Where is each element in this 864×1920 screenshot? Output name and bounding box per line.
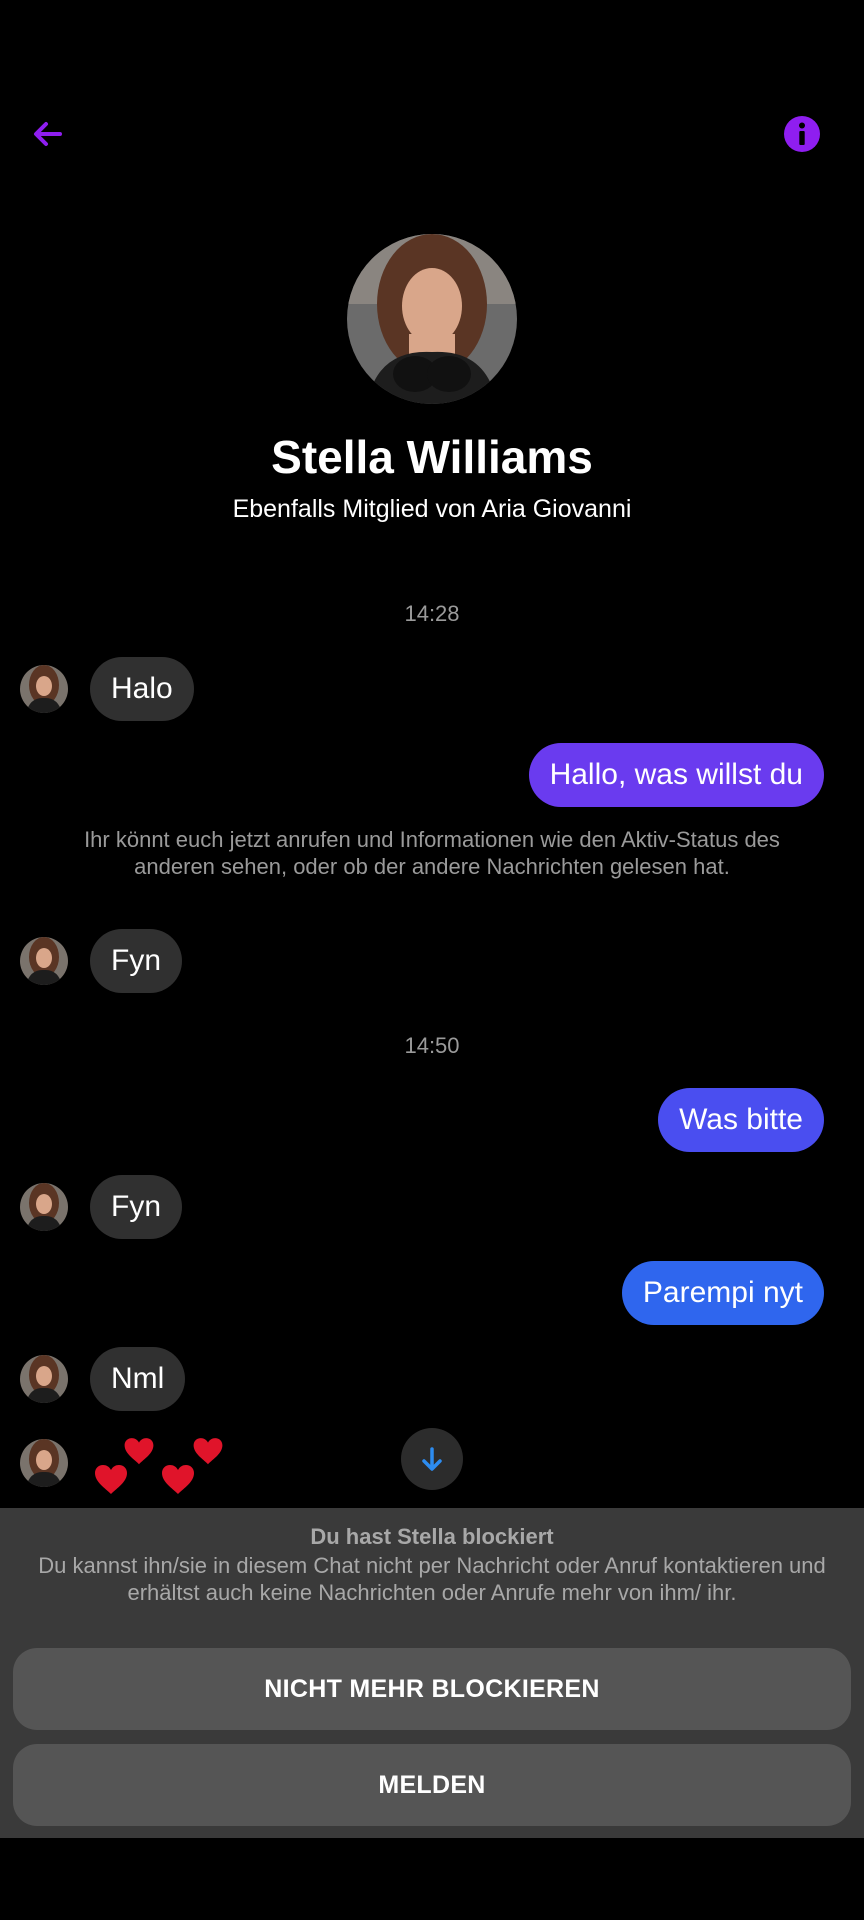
info-button[interactable]: [780, 112, 824, 156]
message-bubble[interactable]: Fyn: [90, 929, 183, 993]
blocked-panel: Du hast Stella blockiert Du kannst ihn/s…: [0, 1508, 864, 1838]
message-row-incoming: Fyn: [20, 929, 183, 993]
message-row-incoming: Fyn: [20, 1175, 183, 1239]
profile-avatar[interactable]: [347, 234, 517, 404]
emoji-message[interactable]: ❤️❤️❤️❤️: [90, 1428, 230, 1498]
avatar[interactable]: [20, 1355, 68, 1403]
profile-name: Stella Williams: [271, 431, 593, 483]
message-bubble[interactable]: Halo: [90, 657, 194, 721]
unblock-button[interactable]: NICHT MEHR BLOCKIEREN: [13, 1648, 851, 1730]
message-row-incoming: Nml: [20, 1347, 186, 1411]
timestamp: 14:28: [404, 601, 460, 626]
system-message: Ihr könnt euch jetzt anrufen und Informa…: [84, 827, 780, 879]
report-button[interactable]: MELDEN: [13, 1744, 851, 1826]
avatar[interactable]: [20, 1439, 68, 1487]
top-bar: [0, 0, 864, 190]
system-navigation-bar: [0, 1838, 864, 1920]
arrow-left-icon: [34, 122, 62, 146]
message-bubble-outgoing[interactable]: Parempi nyt: [621, 1261, 824, 1325]
message-bubble[interactable]: Nml: [90, 1347, 186, 1411]
avatar[interactable]: [20, 665, 68, 713]
scroll-to-bottom-button[interactable]: [401, 1428, 463, 1490]
avatar[interactable]: [20, 937, 68, 985]
message-bubble-outgoing[interactable]: Was bitte: [658, 1088, 824, 1152]
arrow-down-icon: [422, 1447, 442, 1471]
message-bubble[interactable]: Fyn: [90, 1175, 183, 1239]
hearts-icon: [95, 1438, 223, 1494]
message-row-incoming: Halo: [20, 657, 194, 721]
blocked-description: Du kannst ihn/sie in diesem Chat nicht p…: [38, 1553, 826, 1605]
blocked-title: Du hast Stella blockiert: [310, 1524, 554, 1549]
avatar[interactable]: [20, 1183, 68, 1231]
message-row-incoming: ❤️❤️❤️❤️: [20, 1428, 230, 1498]
timestamp: 14:50: [404, 1033, 460, 1058]
message-bubble-outgoing[interactable]: Hallo, was willst du: [528, 743, 824, 807]
info-icon: [784, 116, 820, 152]
profile-subtitle: Ebenfalls Mitglied von Aria Giovanni: [232, 495, 632, 523]
back-button[interactable]: [26, 112, 70, 156]
